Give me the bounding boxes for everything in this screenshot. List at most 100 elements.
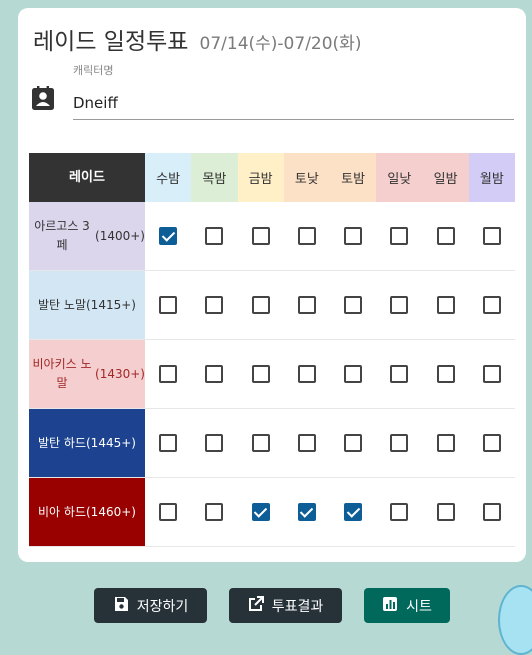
- vote-cell: [238, 409, 284, 477]
- vote-cell: [284, 409, 330, 477]
- vote-checkbox[interactable]: [159, 434, 178, 452]
- vote-checkbox[interactable]: [482, 503, 501, 521]
- vote-checkbox[interactable]: [436, 227, 455, 245]
- vote-checkbox[interactable]: [205, 434, 224, 452]
- vote-checkbox[interactable]: [297, 365, 316, 383]
- date-range: 07/14(수)-07/20(화): [199, 34, 362, 54]
- sheet-button-label: 시트: [406, 598, 432, 615]
- vote-checkbox[interactable]: [205, 365, 224, 383]
- raid-name-cell: 비아키스 노말 (1430+): [29, 340, 145, 408]
- vote-cell: [284, 340, 330, 408]
- raid-level: (1415+): [86, 297, 136, 312]
- vote-checkbox[interactable]: [482, 365, 501, 383]
- vote-checkbox[interactable]: [205, 296, 224, 314]
- vote-checkbox[interactable]: [344, 434, 363, 452]
- vote-checkbox[interactable]: [436, 365, 455, 383]
- vote-cell: [423, 409, 469, 477]
- vote-checkbox[interactable]: [390, 434, 409, 452]
- results-button-label: 투표결과: [271, 598, 324, 615]
- vote-cell: [284, 271, 330, 339]
- results-button[interactable]: 투표결과: [229, 588, 342, 623]
- vote-checkbox[interactable]: [251, 296, 270, 314]
- vote-checkbox[interactable]: [159, 365, 178, 383]
- vote-checkbox[interactable]: [297, 434, 316, 452]
- vote-cell: [145, 409, 191, 477]
- raid-name-cell: 발탄 노말 (1415+): [29, 271, 145, 339]
- title-row: 레이드 일정투표 07/14(수)-07/20(화): [33, 22, 361, 56]
- vote-cell: [376, 202, 422, 270]
- vote-cell: [469, 202, 515, 270]
- vote-table: 레이드 수밤 목밤 금밤 토낮 토밤 일낮 일밤 월밤 아르고스 3페 (1400+) 발탄 노말…: [29, 153, 515, 547]
- vote-checkbox[interactable]: [251, 503, 270, 521]
- vote-checkbox[interactable]: [205, 227, 224, 245]
- save-button[interactable]: 저장하기: [94, 588, 207, 623]
- vote-checkbox[interactable]: [297, 227, 316, 245]
- vote-checkbox[interactable]: [344, 503, 363, 521]
- vote-cell: [330, 271, 376, 339]
- vote-checkbox[interactable]: [159, 227, 178, 245]
- day-header-4: 토밤: [330, 153, 377, 202]
- vote-cell: [145, 271, 191, 339]
- sheet-button[interactable]: 시트: [364, 588, 450, 623]
- vote-cell: [145, 340, 191, 408]
- vote-checkbox[interactable]: [482, 434, 501, 452]
- egg-decoration: [498, 585, 532, 655]
- vote-cell: [330, 478, 376, 546]
- vote-cell: [238, 202, 284, 270]
- chart-icon: [382, 596, 398, 616]
- vote-cell: [469, 340, 515, 408]
- raid-name: 비아키스 노말: [32, 357, 92, 390]
- vote-checkbox[interactable]: [159, 296, 178, 314]
- raid-name: 발탄 하드: [38, 435, 86, 450]
- raid-row: 발탄 노말 (1415+): [29, 271, 515, 340]
- raid-row: 아르고스 3페 (1400+): [29, 202, 515, 271]
- vote-checkbox[interactable]: [344, 365, 363, 383]
- raid-row: 비아 하드 (1460+): [29, 478, 515, 547]
- vote-cell: [376, 478, 422, 546]
- raid-name-cell: 아르고스 3페 (1400+): [29, 202, 145, 270]
- vote-checkbox[interactable]: [344, 227, 363, 245]
- raid-name: 비아 하드: [38, 504, 86, 519]
- vote-checkbox[interactable]: [436, 434, 455, 452]
- vote-checkbox[interactable]: [251, 365, 270, 383]
- vote-cell: [284, 202, 330, 270]
- vote-cell: [423, 271, 469, 339]
- vote-cell: [191, 271, 237, 339]
- raid-row: 비아키스 노말 (1430+): [29, 340, 515, 409]
- vote-checkbox[interactable]: [390, 227, 409, 245]
- vote-checkbox[interactable]: [251, 434, 270, 452]
- vote-checkbox[interactable]: [344, 296, 363, 314]
- day-header-3: 토낮: [283, 153, 330, 202]
- raid-level: (1445+): [86, 435, 136, 450]
- page-title: 레이드 일정투표: [33, 29, 189, 55]
- character-name-input[interactable]: [73, 86, 514, 120]
- raid-name-cell: 비아 하드 (1460+): [29, 478, 145, 546]
- vote-checkbox[interactable]: [390, 503, 409, 521]
- vote-checkbox[interactable]: [436, 503, 455, 521]
- vote-checkbox[interactable]: [482, 227, 501, 245]
- table-header-row: 레이드 수밤 목밤 금밤 토낮 토밤 일낮 일밤 월밤: [29, 153, 515, 202]
- vote-cell: [191, 202, 237, 270]
- character-name-label: 캐릭터명: [73, 64, 114, 77]
- vote-checkbox[interactable]: [159, 503, 178, 521]
- save-button-label: 저장하기: [136, 598, 189, 615]
- vote-cell: [238, 478, 284, 546]
- vote-cell: [191, 478, 237, 546]
- vote-checkbox[interactable]: [390, 296, 409, 314]
- vote-checkbox[interactable]: [482, 296, 501, 314]
- vote-cell: [191, 340, 237, 408]
- day-header-5: 일낮: [376, 153, 423, 202]
- day-header-7: 월밤: [468, 153, 515, 202]
- vote-cell: [469, 478, 515, 546]
- vote-checkbox[interactable]: [436, 296, 455, 314]
- vote-checkbox[interactable]: [251, 227, 270, 245]
- vote-checkbox[interactable]: [297, 296, 316, 314]
- raid-level: (1460+): [86, 504, 136, 519]
- vote-cell: [330, 340, 376, 408]
- raid-name-cell: 발탄 하드 (1445+): [29, 409, 145, 477]
- vote-checkbox[interactable]: [297, 503, 316, 521]
- vote-checkbox[interactable]: [390, 365, 409, 383]
- vote-checkbox[interactable]: [205, 503, 224, 521]
- day-header-6: 일밤: [422, 153, 469, 202]
- vote-cell: [469, 271, 515, 339]
